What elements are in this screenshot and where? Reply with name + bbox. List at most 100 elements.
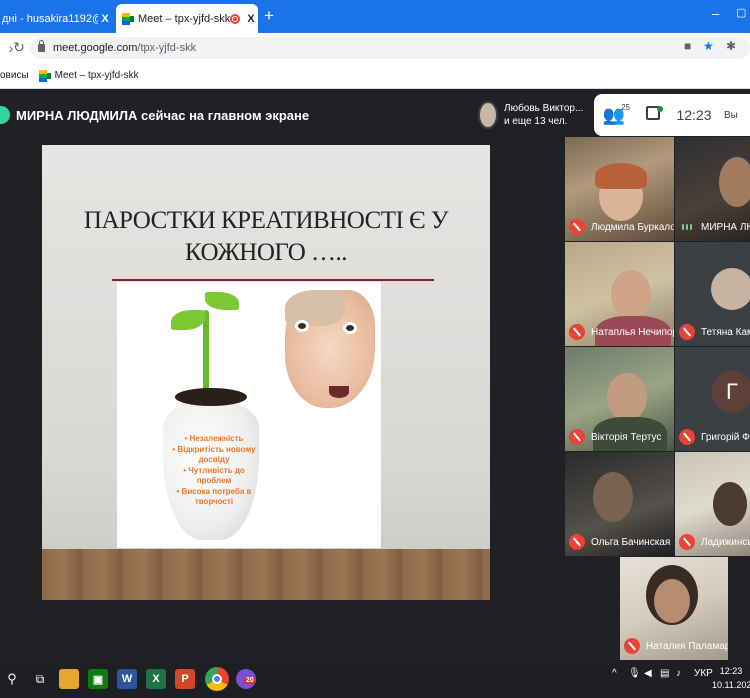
participant-name: Ольга Бачинская bbox=[591, 536, 671, 548]
browser-toolbar: › ↻ meet.google.com /tpx-yjfd-skk ■ ★ ✱ bbox=[0, 33, 750, 63]
people-card-name: Любовь Виктор... bbox=[504, 103, 584, 114]
pot-list-item: • Чутливість до проблем bbox=[183, 466, 245, 485]
mic-off-icon bbox=[679, 324, 695, 340]
viber-icon[interactable]: 20 bbox=[236, 669, 256, 689]
participant-name: Ладижинська bbox=[701, 536, 750, 548]
slide-divider bbox=[112, 279, 434, 281]
child-eye bbox=[343, 322, 357, 334]
word-icon[interactable]: W bbox=[117, 669, 137, 689]
slide-title-line: ПАРОСТКИ КРЕАТИВНОСТІ Є У bbox=[83, 207, 449, 234]
people-card-more: и еще 13 чел. bbox=[504, 116, 568, 127]
pot-list-item: • Відкритість новому досвіду bbox=[172, 445, 256, 464]
participant-tile[interactable]: Ладижинська bbox=[675, 452, 750, 556]
system-clock[interactable]: 12:23 10.11.2020 bbox=[712, 664, 750, 692]
file-explorer-icon[interactable] bbox=[59, 669, 79, 689]
slide-title-line: КОЖНОГО ….. bbox=[184, 239, 348, 266]
participant-tile[interactable]: Тетяна Камен bbox=[675, 242, 750, 346]
participant-tile[interactable]: МИРНА ЛЮДМИЛА bbox=[675, 137, 750, 241]
presentation-slide: ПАРОСТКИ КРЕАТИВНОСТІ Є У КОЖНОГО ….. • … bbox=[42, 145, 490, 600]
participant-name: МИРНА ЛЮДМИЛА bbox=[701, 221, 750, 233]
bookmark-services[interactable]: овисы bbox=[0, 70, 29, 81]
address-bar[interactable]: meet.google.com /tpx-yjfd-skk bbox=[30, 37, 750, 59]
participant-name-bar: Наталия Паламар... bbox=[620, 636, 728, 656]
mic-off-icon bbox=[679, 429, 695, 445]
sprout-leaf bbox=[171, 310, 205, 330]
task-view-icon[interactable]: ⧉ bbox=[30, 669, 50, 689]
tab-close-button[interactable]: X bbox=[244, 13, 258, 25]
screen: дні - husakira1192@gmail.com X Meet – tp… bbox=[0, 0, 750, 698]
bookmark-meet[interactable]: Meet – tpx-yjfd-skk bbox=[38, 69, 139, 82]
participant-face bbox=[719, 157, 750, 207]
store-icon[interactable]: ▣ bbox=[88, 669, 108, 689]
minimize-button[interactable]: – bbox=[712, 6, 719, 21]
meeting-time: 12:23 bbox=[676, 107, 712, 123]
tab-meet[interactable]: Meet – tpx-yjfd-skk X bbox=[116, 4, 258, 33]
avatar: Г bbox=[711, 371, 750, 413]
extension-icon[interactable]: ✱ bbox=[726, 39, 736, 53]
network-icon[interactable]: ▤ bbox=[660, 668, 669, 679]
mic-icon[interactable]: 🎙 bbox=[628, 668, 641, 679]
excel-icon[interactable]: X bbox=[146, 669, 166, 689]
mic-off-icon bbox=[569, 534, 585, 550]
sprout-stem bbox=[203, 310, 209, 395]
you-label: Вы bbox=[724, 109, 738, 121]
participant-name-bar: Ладижинська bbox=[675, 532, 750, 552]
participant-face bbox=[611, 270, 651, 318]
participants-button[interactable]: 👥 25 bbox=[594, 103, 634, 126]
child-mouth bbox=[329, 386, 349, 398]
tray-chevron-icon[interactable]: ^ bbox=[612, 668, 617, 679]
language-indicator[interactable]: УКР bbox=[694, 668, 713, 679]
speaker-icon[interactable]: ♪ bbox=[676, 668, 681, 679]
participant-tile[interactable]: Вікторія Тертус bbox=[565, 347, 674, 451]
participant-name: Наталия Паламар... bbox=[646, 640, 728, 652]
participant-tile[interactable]: Наталия Паламар... bbox=[620, 557, 728, 660]
tab-close-button[interactable]: X bbox=[98, 13, 112, 25]
tab-label: дні - husakira1192@gmail.com bbox=[2, 12, 98, 25]
sprout-leaf bbox=[205, 292, 239, 310]
participant-tile[interactable]: Натаплья Нечипорук bbox=[565, 242, 674, 346]
participant-tile[interactable]: Людмила Буркало bbox=[565, 137, 674, 241]
mic-off-icon bbox=[679, 534, 695, 550]
participant-name: Вікторія Тертус bbox=[591, 431, 662, 443]
participant-name-bar: МИРНА ЛЮДМИЛА bbox=[675, 217, 750, 237]
participant-tile[interactable]: Г Григорій Федоров bbox=[675, 347, 750, 451]
recording-icon bbox=[230, 13, 240, 24]
mic-off-icon bbox=[569, 324, 585, 340]
star-icon[interactable]: ★ bbox=[703, 39, 714, 53]
reload-icon[interactable]: ↻ bbox=[8, 39, 30, 56]
participant-name: Людмила Буркало bbox=[591, 221, 674, 233]
notification-badge: 20 bbox=[244, 677, 256, 684]
lock-icon bbox=[38, 40, 45, 52]
pot-soil bbox=[175, 388, 247, 406]
participant-face bbox=[607, 373, 647, 421]
maximize-icon[interactable]: ▢ bbox=[736, 6, 746, 19]
pot-list-item: • Незалежність bbox=[184, 434, 244, 443]
pot-list-item: • Висока потреба в творчості bbox=[176, 487, 252, 506]
participant-face bbox=[593, 472, 633, 522]
participant-name-bar: Вікторія Тертус bbox=[565, 427, 661, 447]
search-icon[interactable]: ⚲ bbox=[2, 669, 22, 689]
camera-icon[interactable]: ■ bbox=[684, 39, 691, 53]
presenting-banner: МИРНА ЛЮДМИЛА сейчас на главном экране bbox=[0, 104, 309, 126]
participant-name-bar: Ольга Бачинская bbox=[565, 532, 670, 552]
pinned-people-card[interactable]: Любовь Виктор... и еще 13 чел. bbox=[478, 94, 584, 136]
child-eye bbox=[295, 320, 309, 332]
slide-title: ПАРОСТКИ КРЕАТИВНОСТІ Є У КОЖНОГО ….. bbox=[42, 205, 490, 269]
volume-icon[interactable]: ◀ bbox=[644, 668, 652, 679]
new-tab-button[interactable]: + bbox=[264, 6, 274, 26]
chrome-icon[interactable] bbox=[205, 667, 229, 691]
chat-notification-dot bbox=[657, 105, 663, 112]
chat-button[interactable] bbox=[634, 105, 672, 125]
meeting-info-panel: 👥 25 12:23 Вы bbox=[594, 94, 750, 136]
participant-hair bbox=[595, 163, 647, 189]
presenting-icon bbox=[0, 106, 10, 124]
mic-active-icon bbox=[679, 219, 695, 235]
participant-name-bar: Людмила Буркало bbox=[565, 217, 674, 237]
participant-tile[interactable]: Ольга Бачинская bbox=[565, 452, 674, 556]
child-hair bbox=[285, 290, 345, 326]
url-path: /tpx-yjfd-skk bbox=[137, 42, 197, 54]
windows-taskbar: ⚲ ⧉ ▣ W X P 20 ^ 🎙 ◀ ▤ ♪ УКР 12:23 10.11… bbox=[0, 660, 750, 698]
slide-picture: • Незалежність • Відкритість новому досв… bbox=[117, 282, 381, 548]
tab-gmail[interactable]: дні - husakira1192@gmail.com X bbox=[0, 4, 112, 33]
powerpoint-icon[interactable]: P bbox=[175, 669, 195, 689]
